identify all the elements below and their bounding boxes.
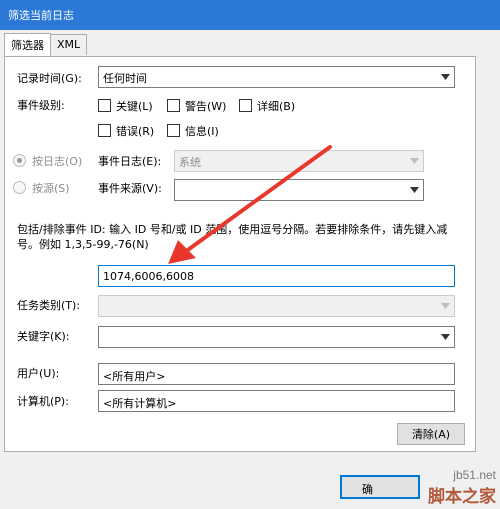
event-log-value: 系统 bbox=[179, 156, 201, 169]
error-checkbox[interactable] bbox=[98, 124, 111, 137]
verbose-label: 详细(B) bbox=[257, 100, 296, 113]
chevron-down-icon bbox=[437, 296, 454, 316]
tab-xml[interactable]: XML bbox=[50, 34, 88, 55]
event-ids-input[interactable]: 1074,6006,6008 bbox=[98, 265, 455, 287]
watermark-url: jb51.net bbox=[453, 468, 496, 482]
keywords-label: 关键字(K): bbox=[17, 330, 70, 343]
warning-label: 警告(W) bbox=[185, 100, 227, 113]
computer-value: <所有计算机> bbox=[103, 397, 177, 410]
tab-strip: 筛选器 XML bbox=[0, 30, 500, 58]
task-category-combobox[interactable] bbox=[98, 295, 455, 317]
task-category-label: 任务类别(T): bbox=[17, 299, 81, 312]
tab-filter[interactable]: 筛选器 bbox=[4, 33, 51, 56]
event-source-label: 事件来源(V): bbox=[98, 182, 162, 195]
user-input[interactable]: <所有用户> bbox=[98, 363, 455, 385]
tab-xml-label: XML bbox=[57, 38, 81, 51]
computer-label: 计算机(P): bbox=[17, 395, 69, 408]
information-label: 信息(I) bbox=[185, 125, 219, 138]
keywords-combobox[interactable] bbox=[98, 326, 455, 348]
user-label: 用户(U): bbox=[17, 367, 60, 380]
chevron-down-icon bbox=[406, 151, 423, 171]
information-checkbox[interactable] bbox=[167, 124, 180, 137]
warning-checkbox[interactable] bbox=[167, 99, 180, 112]
event-ids-value: 1074,6006,6008 bbox=[103, 270, 194, 283]
user-value: <所有用户> bbox=[103, 370, 166, 383]
critical-checkbox[interactable] bbox=[98, 99, 111, 112]
by-log-label: 按日志(O) bbox=[32, 155, 83, 168]
title-bar: 筛选当前日志 bbox=[0, 0, 500, 30]
event-log-combobox[interactable]: 系统 bbox=[174, 150, 424, 172]
tab-filter-label: 筛选器 bbox=[11, 39, 44, 52]
event-log-label: 事件日志(E): bbox=[98, 155, 162, 168]
watermark-name: 脚本之家 bbox=[428, 487, 496, 507]
clear-button-label: 清除(A) bbox=[411, 428, 451, 441]
logged-value: 任何时间 bbox=[103, 72, 147, 85]
ok-button[interactable]: 确 bbox=[340, 475, 420, 499]
event-level-label: 事件级别: bbox=[17, 99, 65, 112]
chevron-down-icon bbox=[406, 180, 423, 200]
critical-label: 关键(L) bbox=[116, 100, 153, 113]
clear-button[interactable]: 清除(A) bbox=[397, 423, 465, 445]
ok-button-label: 确 bbox=[362, 483, 373, 496]
by-log-radio[interactable] bbox=[13, 154, 26, 167]
event-source-combobox[interactable] bbox=[174, 179, 424, 201]
chevron-down-icon bbox=[437, 67, 454, 87]
watermark: jb51.net 脚本之家 bbox=[428, 468, 496, 507]
chevron-down-icon bbox=[437, 327, 454, 347]
by-source-label: 按源(S) bbox=[32, 182, 70, 195]
window-title: 筛选当前日志 bbox=[8, 9, 74, 22]
error-label: 错误(R) bbox=[116, 125, 155, 138]
verbose-checkbox[interactable] bbox=[239, 99, 252, 112]
computer-input[interactable]: <所有计算机> bbox=[98, 390, 455, 412]
logged-label: 记录时间(G): bbox=[17, 72, 82, 85]
logged-combobox[interactable]: 任何时间 bbox=[98, 66, 455, 88]
by-source-radio[interactable] bbox=[13, 181, 26, 194]
event-id-description: 包括/排除事件 ID: 输入 ID 号和/或 ID 范围，使用逗号分隔。若要排除… bbox=[17, 223, 448, 251]
filter-panel: 记录时间(G): 任何时间 事件级别: 关键(L) 警告(W) 详细(B) 错误… bbox=[4, 56, 476, 452]
